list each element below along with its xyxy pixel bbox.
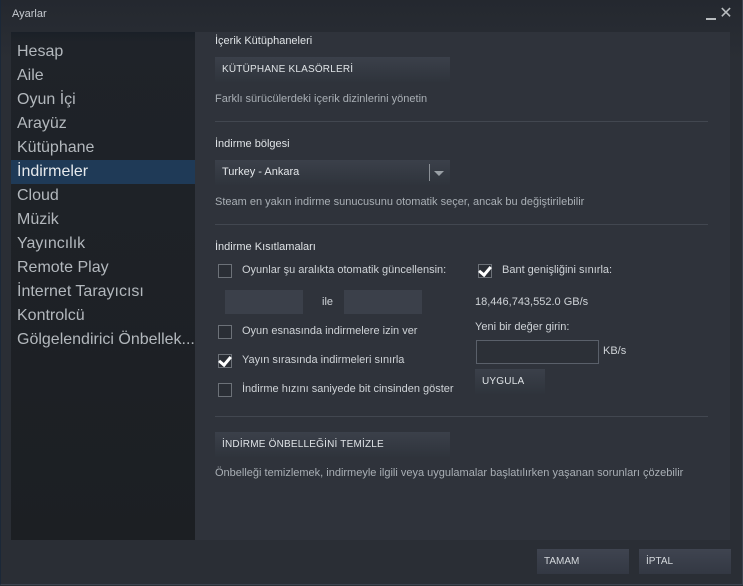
sidebar-item-internet-tarayicisi[interactable]: İnternet Tarayıcısı <box>11 280 195 304</box>
bandwidth-value-input[interactable] <box>476 340 599 364</box>
auto-update-label[interactable]: Oyunlar şu aralıkta otomatik güncellensi… <box>242 264 446 276</box>
window-title: Ayarlar <box>12 8 47 20</box>
download-restrictions-title: İndirme Kısıtlamaları <box>215 241 316 253</box>
dropdown-separator <box>429 164 430 181</box>
sidebar-item-kontrolcu[interactable]: Kontrolcü <box>11 304 195 328</box>
apply-button[interactable]: UYGULA <box>475 369 545 394</box>
content-libraries-title: İçerik Kütüphaneleri <box>215 35 313 47</box>
throttle-streaming-label[interactable]: Yayın sırasında indirmeleri sınırla <box>242 354 404 366</box>
sidebar-item-kutuphane[interactable]: Kütüphane <box>11 136 195 160</box>
sidebar-item-muzik[interactable]: Müzik <box>11 208 195 232</box>
show-bits-label[interactable]: İndirme hızını saniyede bit cinsinden gö… <box>242 383 454 395</box>
download-region-value: Turkey - Ankara <box>222 166 300 178</box>
checkmark-icon <box>218 352 232 368</box>
allow-during-gameplay-label[interactable]: Oyun esnasında indirmelere izin ver <box>242 325 417 337</box>
close-button[interactable]: ✕ <box>718 4 734 24</box>
sidebar-item-remote-play[interactable]: Remote Play <box>11 256 195 280</box>
close-icon: ✕ <box>719 5 733 22</box>
title-bar[interactable]: Ayarlar ✕ <box>1 0 742 30</box>
range-separator-label: ile <box>322 296 334 308</box>
cache-description: Önbelleği temizlemek, indirmeyle ilgili … <box>215 467 684 479</box>
download-region-description: Steam en yakın indirme sunucusunu otomat… <box>215 196 585 208</box>
new-value-label: Yeni bir değer girin: <box>475 321 570 333</box>
chevron-down-icon <box>434 171 444 176</box>
section-divider <box>215 121 708 122</box>
sidebar-item-aile[interactable]: Aile <box>11 64 195 88</box>
throttle-streaming-checkbox[interactable] <box>218 352 232 368</box>
current-bandwidth-limit: 18,446,743,552.0 GB/s <box>475 296 589 308</box>
section-divider <box>215 224 708 225</box>
section-divider <box>215 416 708 417</box>
sidebar-item-arayuz[interactable]: Arayüz <box>11 112 195 136</box>
sidebar-item-yayincilik[interactable]: Yayıncılık <box>11 232 195 256</box>
allow-during-gameplay-checkbox[interactable] <box>218 325 232 339</box>
cancel-button[interactable]: İPTAL <box>639 549 731 574</box>
settings-sidebar: Hesap Aile Oyun İçi Arayüz Kütüphane İnd… <box>11 32 195 540</box>
auto-update-to-field[interactable] <box>344 290 422 314</box>
library-folders-button[interactable]: KÜTÜPHANE KLASÖRLERİ <box>215 57 450 82</box>
clear-download-cache-button[interactable]: İNDİRME ÖNBELLEĞİNİ TEMİZLE <box>215 432 450 457</box>
sidebar-item-indirmeler[interactable]: İndirmeler <box>11 160 195 184</box>
sidebar-item-cloud[interactable]: Cloud <box>11 184 195 208</box>
checkmark-icon <box>478 262 492 278</box>
ok-button[interactable]: TAMAM <box>537 549 629 574</box>
download-region-dropdown[interactable]: Turkey - Ankara <box>215 160 450 185</box>
sidebar-item-hesap[interactable]: Hesap <box>11 40 195 64</box>
content-libraries-description: Farklı sürücülerdeki içerik dizinlerini … <box>215 93 428 105</box>
sidebar-item-oyun-ici[interactable]: Oyun İçi <box>11 88 195 112</box>
limit-bandwidth-checkbox[interactable] <box>478 262 492 278</box>
bandwidth-unit-label: KB/s <box>603 345 627 357</box>
auto-update-checkbox[interactable] <box>218 264 232 278</box>
minimize-icon <box>706 18 716 20</box>
minimize-button[interactable] <box>703 4 719 24</box>
auto-update-from-field[interactable] <box>225 290 303 314</box>
download-region-title: İndirme bölgesi <box>215 138 290 150</box>
sidebar-item-shader-cache[interactable]: Gölgelendirici Önbellek... <box>11 328 195 352</box>
show-bits-checkbox[interactable] <box>218 383 232 397</box>
limit-bandwidth-label[interactable]: Bant genişliğini sınırla: <box>502 264 612 276</box>
downloads-panel: İçerik Kütüphaneleri KÜTÜPHANE KLASÖRLER… <box>195 32 730 540</box>
settings-window: Ayarlar ✕ Hesap Aile Oyun İçi Arayüz Küt… <box>0 0 743 585</box>
